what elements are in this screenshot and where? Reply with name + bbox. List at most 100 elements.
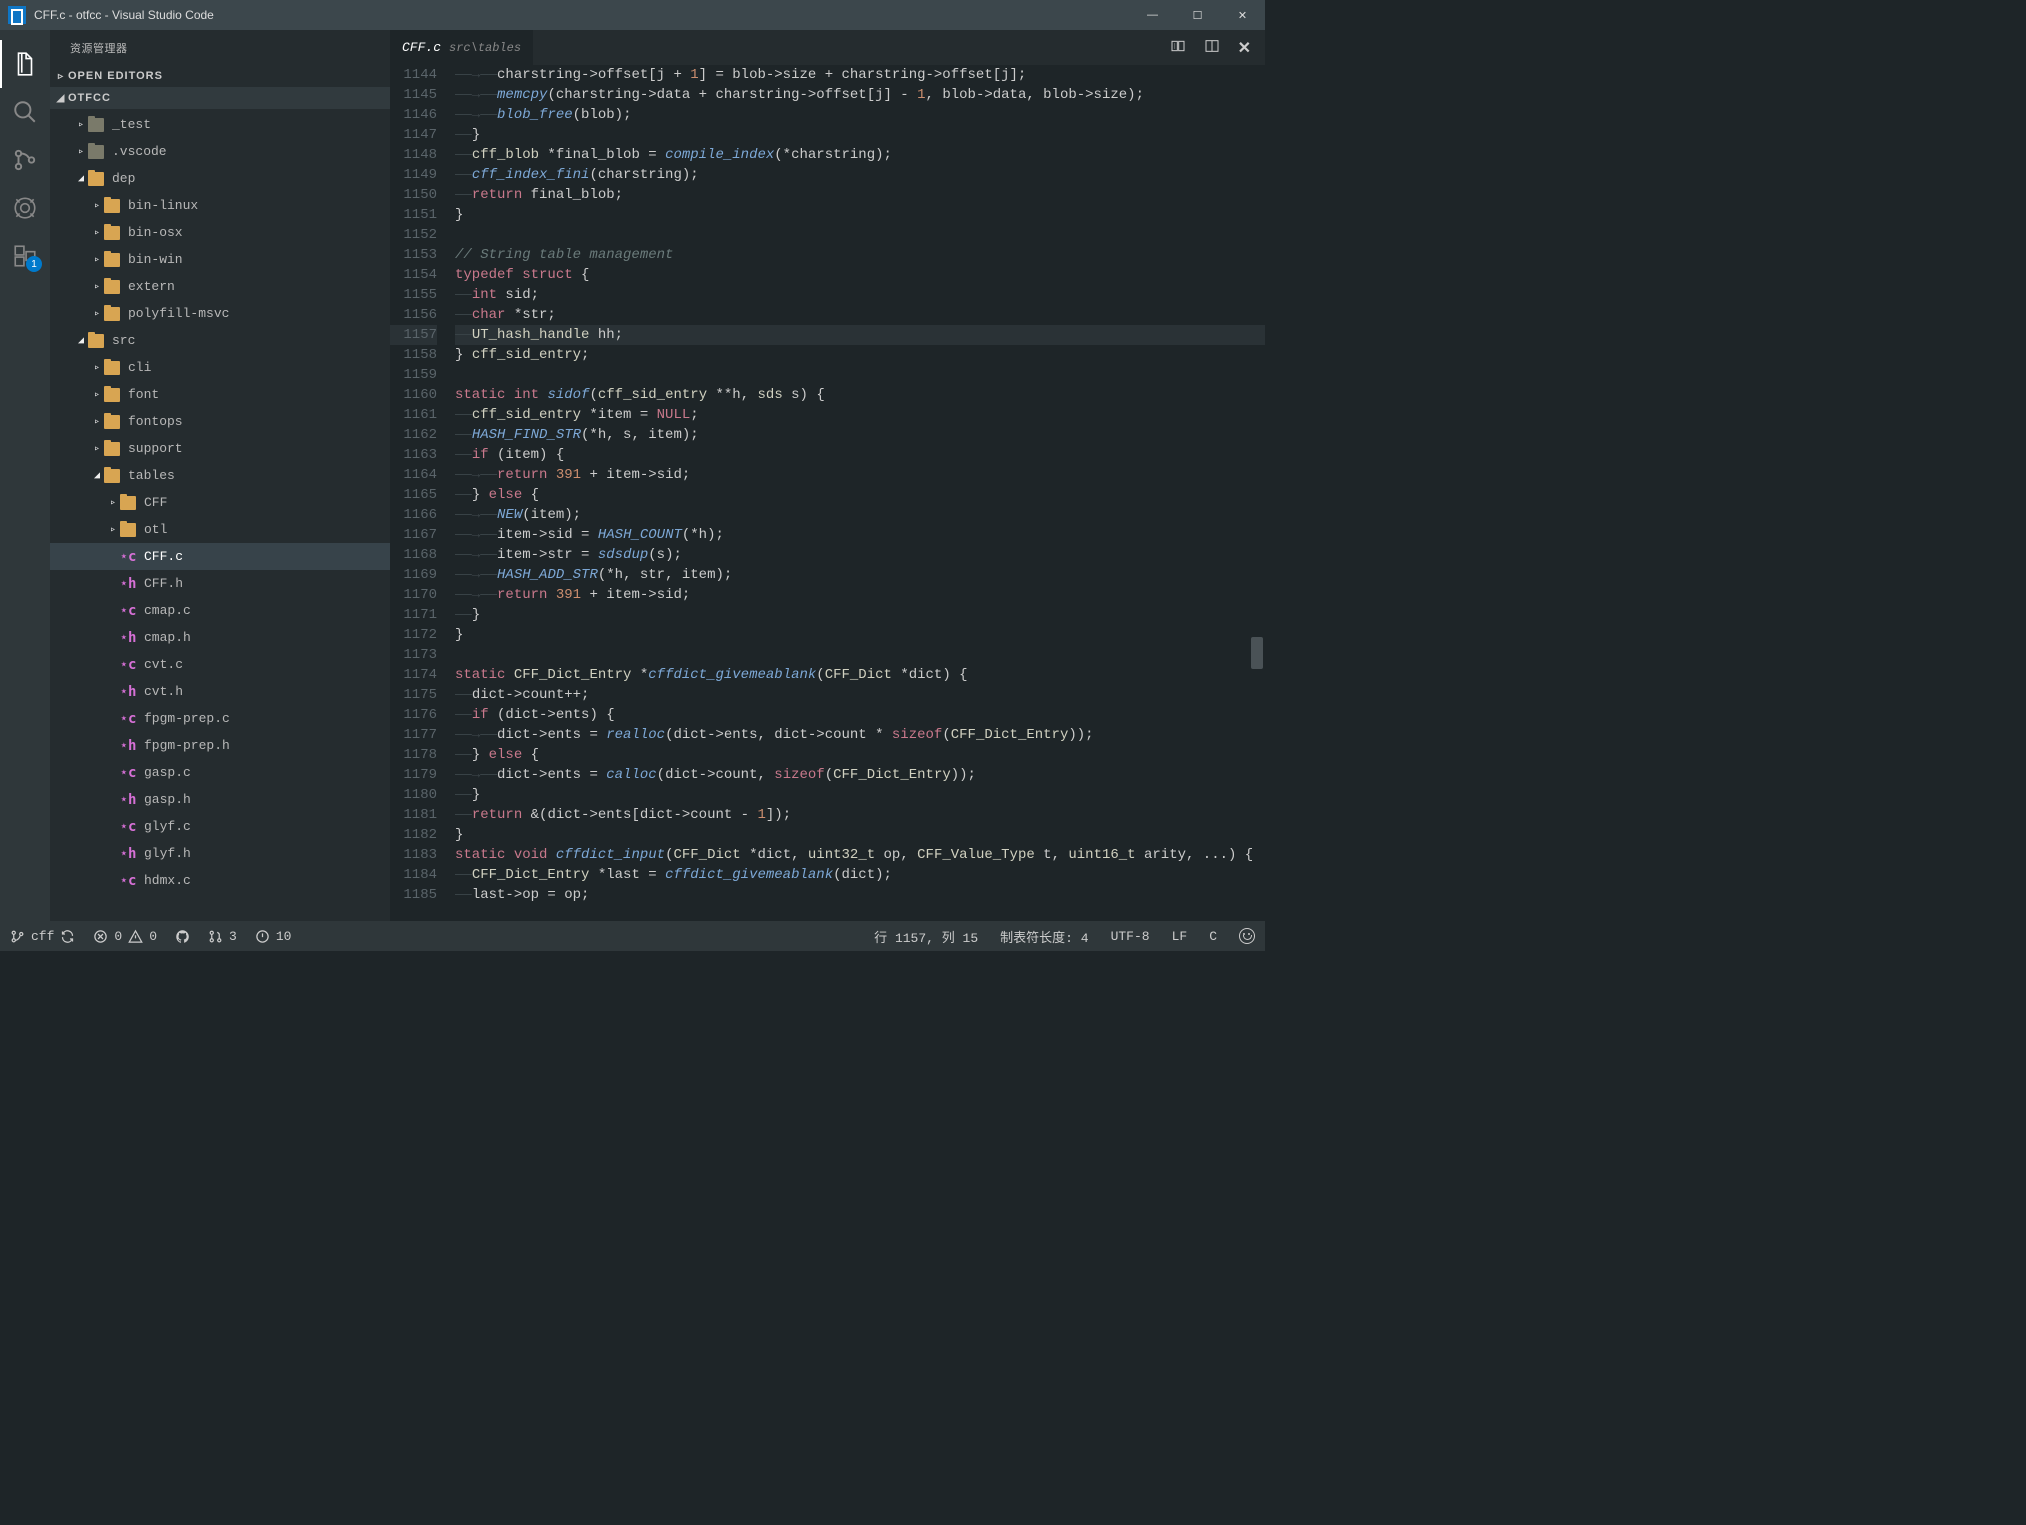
file-icon: ⋆c [120, 550, 136, 564]
git-icon[interactable] [0, 136, 50, 184]
tree-label: fontops [128, 414, 183, 429]
tree-label: otl [144, 522, 167, 537]
tree-label: _test [112, 117, 151, 132]
tree-folder[interactable]: ▹bin-win [50, 246, 390, 273]
tree-label: CFF [144, 495, 167, 510]
tree-folder[interactable]: ▹support [50, 435, 390, 462]
tree-file[interactable]: ⋆hfpgm-prep.h [50, 732, 390, 759]
editor: CFF.c src\tables ✕ 114411451146114711481… [390, 30, 1265, 921]
tree-folder[interactable]: ▹bin-linux [50, 192, 390, 219]
split-compare-icon[interactable] [1170, 38, 1186, 58]
tree-file[interactable]: ⋆hgasp.h [50, 786, 390, 813]
tab-name: CFF.c [402, 40, 441, 55]
tree-label: gasp.c [144, 765, 191, 780]
sidebar: 资源管理器 ▹OPEN EDITORS ◢OTFCC ▹_test▹.vscod… [50, 30, 390, 921]
language-mode[interactable]: C [1209, 929, 1217, 944]
extensions-icon[interactable]: 1 [0, 232, 50, 280]
cursor-position[interactable]: 行 1157, 列 15 [874, 927, 978, 946]
tree-label: polyfill-msvc [128, 306, 229, 321]
status-problems[interactable]: 0 0 [93, 929, 157, 944]
folder-icon [88, 334, 104, 348]
tree-file[interactable]: ⋆hglyf.h [50, 840, 390, 867]
tree-label: support [128, 441, 183, 456]
search-icon[interactable] [0, 88, 50, 136]
status-pr[interactable]: 3 [208, 929, 237, 944]
tree-folder[interactable]: ◢src [50, 327, 390, 354]
tree-folder[interactable]: ▹otl [50, 516, 390, 543]
sidebar-title: 资源管理器 [50, 30, 390, 65]
tree-file[interactable]: ⋆c CFF.c [50, 543, 390, 570]
explorer-icon[interactable] [0, 40, 50, 88]
tree-file[interactable]: ⋆ccvt.c [50, 651, 390, 678]
scrollbar-thumb[interactable] [1251, 637, 1263, 669]
tree-folder[interactable]: ▹_test [50, 111, 390, 138]
tree-file[interactable]: ⋆cglyf.c [50, 813, 390, 840]
tree-file[interactable]: ⋆cfpgm-prep.c [50, 705, 390, 732]
workspace-label: OTFCC [68, 92, 111, 104]
tree-label: hdmx.c [144, 873, 191, 888]
tree-folder[interactable]: ▹CFF [50, 489, 390, 516]
tree-folder[interactable]: ▹.vscode [50, 138, 390, 165]
tree-folder[interactable]: ▹bin-osx [50, 219, 390, 246]
tree-folder[interactable]: ▹font [50, 381, 390, 408]
eol[interactable]: LF [1172, 929, 1188, 944]
tree-file[interactable]: ⋆hCFF.h [50, 570, 390, 597]
status-github[interactable] [175, 929, 190, 944]
warning-count: 0 [149, 929, 157, 944]
folder-icon [120, 496, 136, 510]
folder-icon [104, 280, 120, 294]
folder-icon [104, 361, 120, 375]
close-tab-icon[interactable]: ✕ [1238, 38, 1251, 58]
close-button[interactable]: ✕ [1220, 0, 1265, 30]
tree-folder[interactable]: ◢dep [50, 165, 390, 192]
tree-file[interactable]: ⋆h cvt.h [50, 678, 390, 705]
section-open-editors[interactable]: ▹OPEN EDITORS [50, 65, 390, 87]
tree-folder[interactable]: ▹polyfill-msvc [50, 300, 390, 327]
status-bar: cff 0 0 3 10 行 1157, 列 15 制表符长度: 4 UTF-8… [0, 921, 1265, 951]
section-workspace[interactable]: ◢OTFCC [50, 87, 390, 109]
feedback-icon[interactable] [1239, 928, 1255, 944]
file-icon: ⋆c [120, 874, 136, 888]
status-issues[interactable]: 10 [255, 929, 292, 944]
tree-label: tables [128, 468, 175, 483]
tree-folder[interactable]: ▹cli [50, 354, 390, 381]
tree-label: fpgm-prep.c [144, 711, 230, 726]
tab-cff-c[interactable]: CFF.c src\tables [390, 30, 533, 65]
minimize-button[interactable]: — [1130, 0, 1175, 30]
tree-label: CFF.c [144, 549, 183, 564]
file-tree[interactable]: ▹_test▹.vscode◢dep▹bin-linux▹bin-osx▹bin… [50, 109, 390, 921]
tab-size[interactable]: 制表符长度: 4 [1000, 927, 1088, 946]
code-content[interactable]: ——→——charstring->offset[j + 1] = blob->s… [455, 65, 1265, 921]
tree-label: bin-win [128, 252, 183, 267]
sync-icon[interactable] [60, 929, 75, 944]
code-area[interactable]: 1144114511461147114811491150115111521153… [390, 65, 1265, 921]
debug-icon[interactable] [0, 184, 50, 232]
split-editor-icon[interactable] [1204, 38, 1220, 58]
folder-icon [120, 523, 136, 537]
tree-label: cvt.h [144, 684, 183, 699]
folder-icon [104, 253, 120, 267]
vscode-icon [8, 6, 26, 24]
titlebar: CFF.c - otfcc - Visual Studio Code — ☐ ✕ [0, 0, 1265, 30]
branch-name: cff [31, 929, 54, 944]
status-branch[interactable]: cff [10, 929, 75, 944]
maximize-button[interactable]: ☐ [1175, 0, 1220, 30]
folder-icon [88, 172, 104, 186]
extensions-badge: 1 [26, 256, 42, 272]
tree-file[interactable]: ⋆cgasp.c [50, 759, 390, 786]
tree-folder[interactable]: ▹extern [50, 273, 390, 300]
window-title: CFF.c - otfcc - Visual Studio Code [34, 8, 1130, 22]
file-icon: ⋆h [120, 685, 136, 699]
tree-label: glyf.c [144, 819, 191, 834]
tree-folder[interactable]: ◢tables [50, 462, 390, 489]
tree-file[interactable]: ⋆c hdmx.c [50, 867, 390, 894]
file-icon: ⋆h [120, 793, 136, 807]
tree-folder[interactable]: ▹fontops [50, 408, 390, 435]
tree-file[interactable]: ⋆ccmap.c [50, 597, 390, 624]
encoding[interactable]: UTF-8 [1111, 929, 1150, 944]
error-count: 0 [114, 929, 122, 944]
tree-file[interactable]: ⋆hcmap.h [50, 624, 390, 651]
tree-label: extern [128, 279, 175, 294]
pr-count: 3 [229, 929, 237, 944]
file-icon: ⋆h [120, 739, 136, 753]
